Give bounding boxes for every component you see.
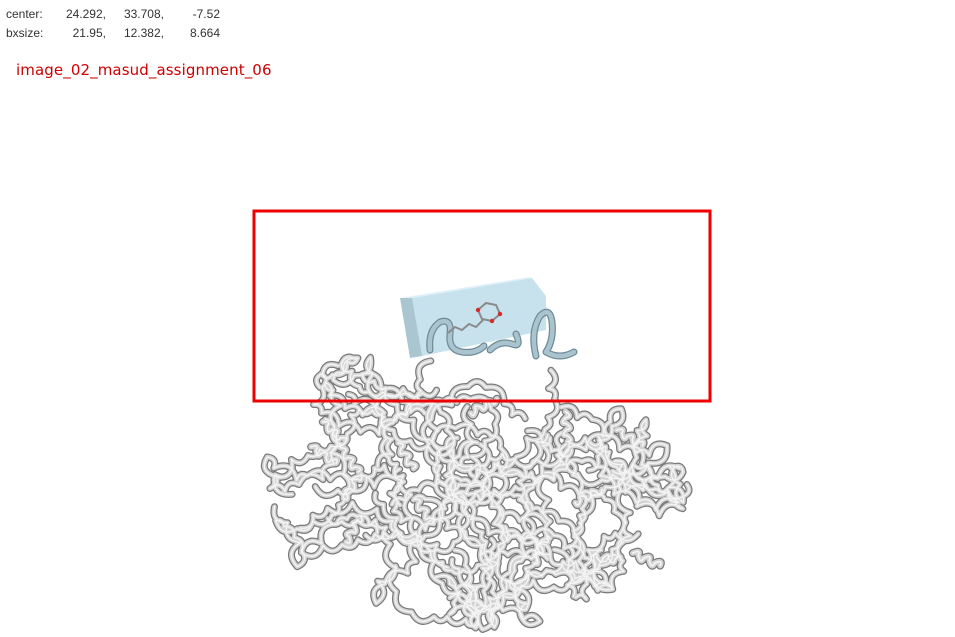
protein-render[interactable] <box>0 0 955 637</box>
ligand-oxygen-atom <box>497 311 503 317</box>
ligand-oxygen-atom <box>475 307 481 313</box>
ligand-oxygen-atom <box>489 318 495 324</box>
docking-grid-box[interactable] <box>400 277 546 358</box>
molecular-viewer[interactable]: center: 24.292, 33.708, -7.52 bxsize: 21.95,… <box>0 0 955 637</box>
